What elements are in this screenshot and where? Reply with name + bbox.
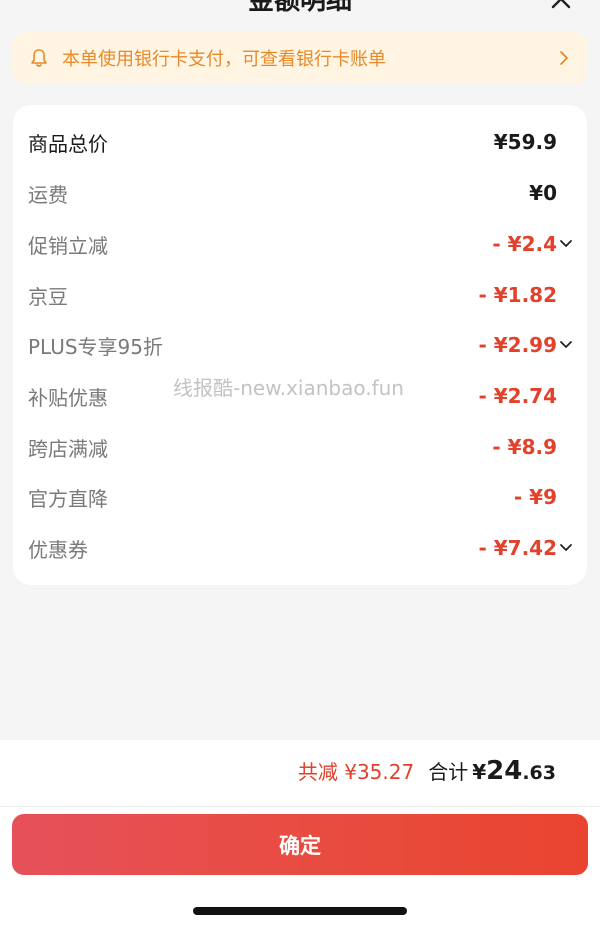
row-label: 运费: [28, 182, 68, 207]
total-currency: ¥: [472, 760, 487, 784]
chevron-down-icon[interactable]: [559, 239, 573, 249]
row-value: ¥0: [529, 181, 557, 205]
close-icon[interactable]: [550, 0, 572, 10]
row-promo-discount[interactable]: 促销立减 - ¥2.4: [13, 229, 587, 259]
page-title: 金额明细: [247, 0, 352, 16]
total-integer: 24: [486, 756, 523, 786]
row-value: - ¥1.82: [478, 283, 557, 307]
row-goods-total: 商品总价 ¥59.9: [13, 127, 587, 157]
row-shipping: 运费 ¥0: [13, 178, 587, 208]
divider: [0, 806, 600, 807]
row-official-cut: 官方直降 - ¥9: [13, 482, 587, 512]
row-label: 京豆: [28, 284, 68, 309]
row-label: 促销立减: [28, 233, 108, 258]
row-value: - ¥2.4: [492, 232, 557, 256]
chevron-down-icon[interactable]: [559, 340, 573, 350]
row-label: PLUS专享95折: [28, 334, 163, 359]
row-jd-beans: 京豆 - ¥1.82: [13, 280, 587, 310]
total-reduction: 共减 ¥35.27: [297, 760, 415, 784]
watermark: 线报酷-new.xianbao.fun: [173, 376, 404, 400]
row-plus-discount[interactable]: PLUS专享95折 - ¥2.99: [13, 330, 587, 360]
row-value: - ¥9: [513, 485, 557, 509]
chevron-down-icon[interactable]: [559, 543, 573, 553]
notice-text: 本单使用银行卡支付，可查看银行卡账单: [62, 49, 386, 70]
total-label: 合计: [428, 760, 469, 784]
home-indicator: [193, 907, 407, 915]
bank-card-notice[interactable]: 本单使用银行卡支付，可查看银行卡账单: [12, 32, 588, 84]
row-label: 优惠券: [28, 537, 88, 562]
chevron-right-icon: [560, 51, 568, 65]
row-value: - ¥8.9: [492, 435, 557, 459]
row-label: 补贴优惠: [28, 385, 108, 410]
price-detail-card: 商品总价 ¥59.9 运费 ¥0 促销立减 - ¥2.4 京豆 - ¥1.82 …: [13, 105, 587, 585]
total-decimal: .63: [522, 762, 556, 784]
row-label: 商品总价: [28, 131, 108, 156]
bottom-bar: 共减 ¥35.27 合计 ¥ 24 .63 确定: [0, 740, 600, 927]
row-label: 官方直降: [28, 486, 108, 511]
row-value: - ¥2.99: [478, 333, 557, 357]
row-value: - ¥7.42: [478, 536, 557, 560]
row-value: ¥59.9: [493, 130, 557, 154]
totals: 共减 ¥35.27 合计 ¥ 24 .63: [298, 756, 556, 786]
row-value: - ¥2.74: [478, 384, 557, 408]
confirm-button[interactable]: 确定: [12, 814, 588, 875]
row-label: 跨店满减: [28, 436, 108, 461]
row-cross-store: 跨店满减 - ¥8.9: [13, 432, 587, 462]
row-coupon[interactable]: 优惠券 - ¥7.42: [13, 533, 587, 563]
bell-icon: [31, 49, 47, 67]
